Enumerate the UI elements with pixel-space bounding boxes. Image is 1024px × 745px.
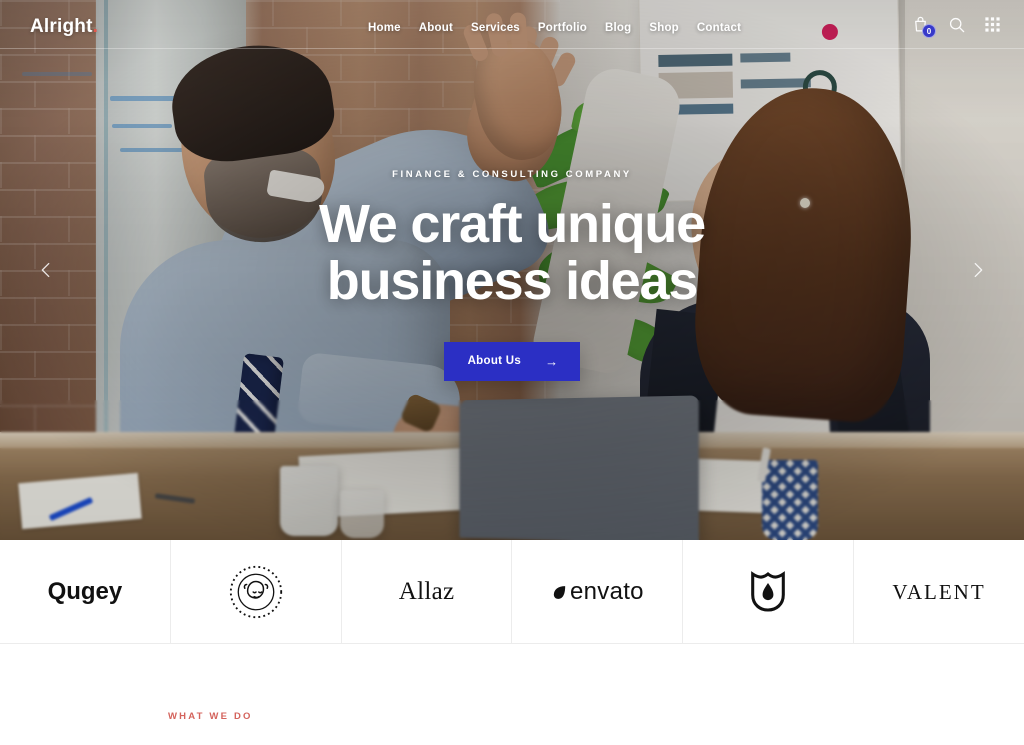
nav-item-home[interactable]: Home xyxy=(368,22,401,34)
chevron-right-icon xyxy=(974,262,983,278)
client-logo-qugey[interactable]: Qugey xyxy=(0,540,171,644)
client-logo-bulldog[interactable] xyxy=(171,540,342,644)
client-logo-allaz[interactable]: Allaz xyxy=(342,540,513,644)
site-logo-dot: . xyxy=(92,16,99,37)
slider-prev-button[interactable] xyxy=(28,252,64,288)
envato-leaf-icon xyxy=(553,585,566,599)
site-logo[interactable]: Alright. xyxy=(30,16,98,38)
client-logo-shield[interactable] xyxy=(683,540,855,644)
nav-item-services[interactable]: Services xyxy=(471,22,520,34)
header-icons: 0 xyxy=(911,15,1002,38)
section-eyebrow: WHAT WE DO xyxy=(168,711,253,722)
bulldog-badge-icon xyxy=(229,565,282,619)
cart-button[interactable]: 0 xyxy=(911,15,936,38)
what-we-do-section: WHAT WE DO xyxy=(0,644,1024,745)
main-navigation: Home About Services Portfolio Blog Shop Contac… xyxy=(368,22,741,34)
hero-content: FINANCE & CONSULTING COMPANY We craft un… xyxy=(0,0,1024,540)
chevron-left-icon xyxy=(41,262,50,278)
site-header: Alright. Home About Services Portfolio Blog S… xyxy=(0,0,1024,49)
about-us-button-label: About Us xyxy=(467,355,522,368)
cart-count-badge: 0 xyxy=(922,24,936,38)
client-logos-strip: Qugey Allaz envato VALENT xyxy=(0,540,1024,644)
page-root: FINANCE & CONSULTING COMPANY We craft un… xyxy=(0,0,1024,745)
hero-headline-line-1: We craft unique xyxy=(318,194,706,255)
hero-slider: FINANCE & CONSULTING COMPANY We craft un… xyxy=(0,0,1024,540)
search-button[interactable] xyxy=(947,15,966,34)
client-logo-valent[interactable]: VALENT xyxy=(854,540,1024,644)
hero-eyebrow: FINANCE & CONSULTING COMPANY xyxy=(392,169,632,181)
nav-item-portfolio[interactable]: Portfolio xyxy=(538,22,587,34)
nav-item-shop[interactable]: Shop xyxy=(649,22,679,34)
grid-menu-icon xyxy=(985,17,1000,32)
shield-tulip-icon xyxy=(751,571,786,612)
grid-menu-button[interactable] xyxy=(983,15,1002,34)
nav-item-blog[interactable]: Blog xyxy=(605,22,631,34)
arrow-right-icon: → xyxy=(545,353,559,369)
client-logo-envato[interactable]: envato xyxy=(512,540,684,644)
slider-next-button[interactable] xyxy=(960,252,996,288)
search-icon xyxy=(949,17,965,33)
nav-item-about[interactable]: About xyxy=(419,22,453,34)
hero-headline: We craft unique business ideas xyxy=(318,194,706,311)
nav-item-contact[interactable]: Contact xyxy=(697,22,741,34)
client-logo-valent-text: VALENT xyxy=(892,579,986,604)
hero-headline-line-2: business ideas xyxy=(326,251,699,311)
client-logo-allaz-text: Allaz xyxy=(398,578,455,605)
about-us-button[interactable]: About Us → xyxy=(443,341,581,381)
site-logo-text: Alright xyxy=(30,16,93,37)
client-logo-qugey-text: Qugey xyxy=(47,578,123,605)
envato-wordmark: envato xyxy=(569,578,644,605)
